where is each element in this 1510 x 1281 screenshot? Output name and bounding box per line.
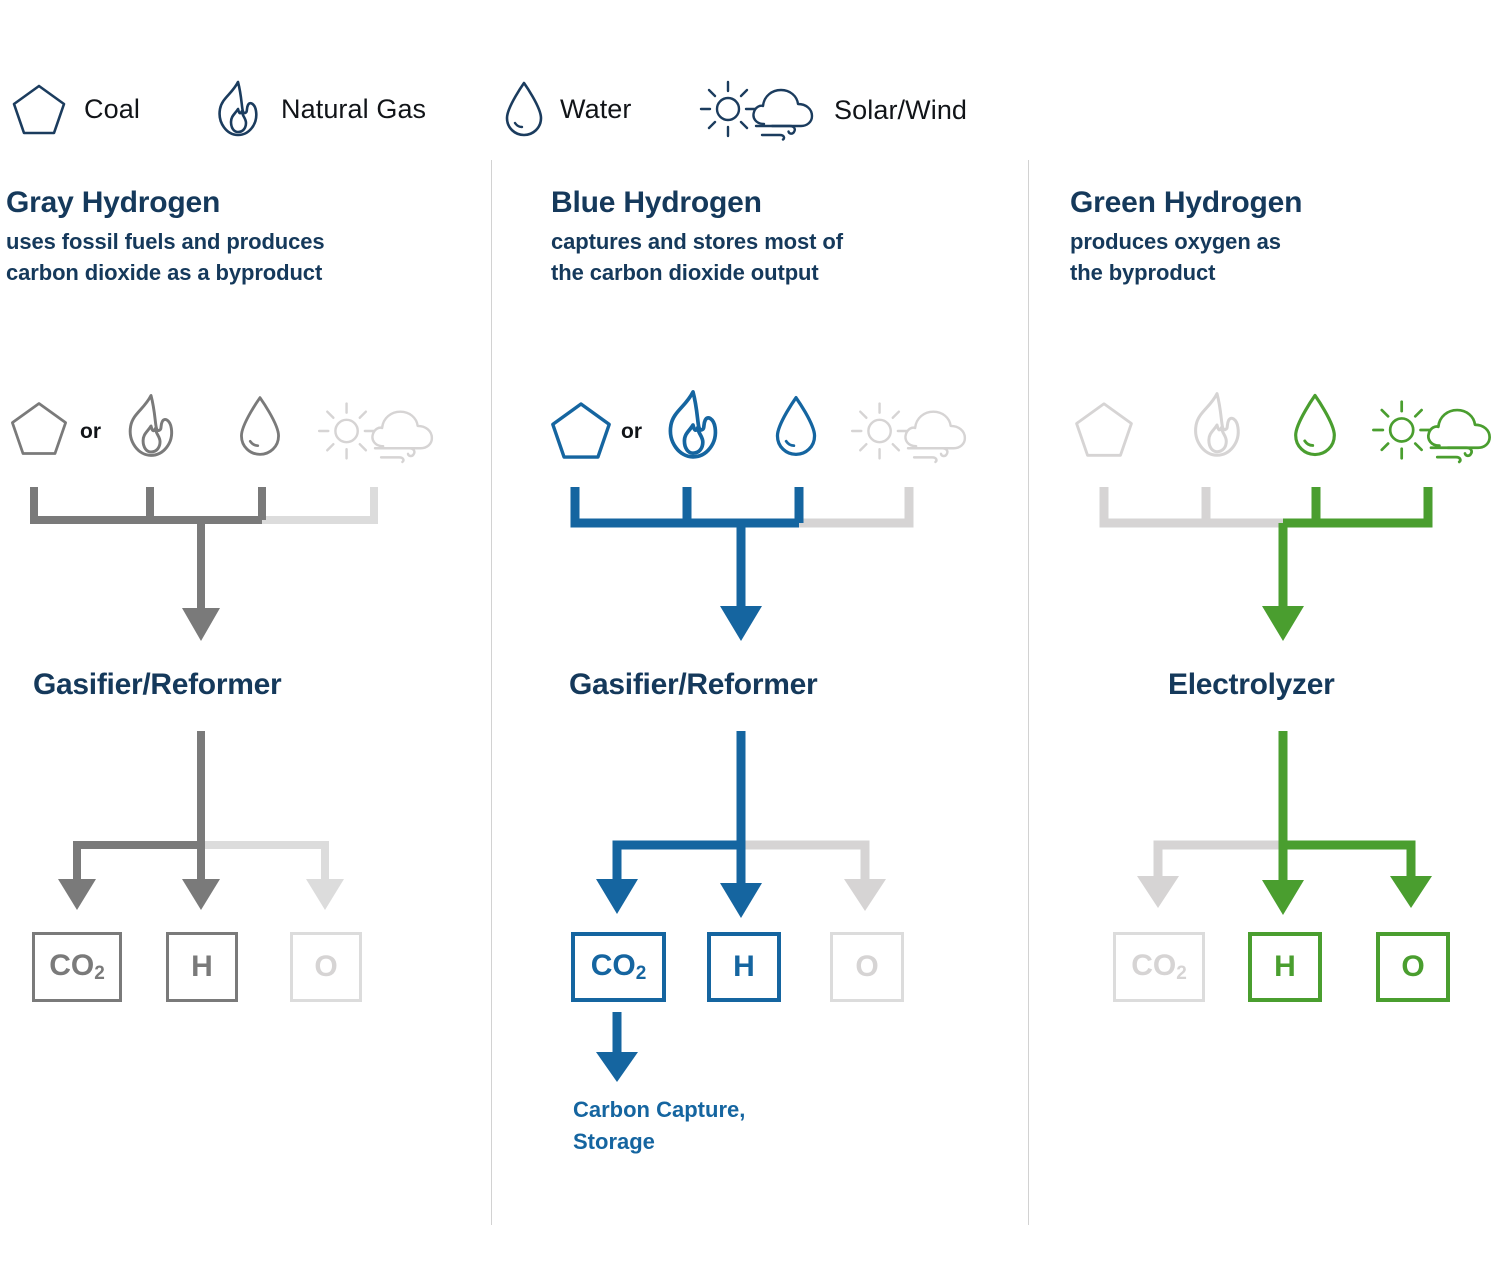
- green-co2-label: CO: [1131, 949, 1177, 982]
- hydrogen-types-infographic: Coal Natural Gas Water Solar/Wind Gray H…: [0, 0, 1510, 1281]
- gray-co2-label: CO: [49, 949, 95, 982]
- column-blue-hydrogen: Blue Hydrogen captures and stores most o…: [491, 0, 1028, 1281]
- gray-output-box-o: O: [290, 932, 362, 1002]
- green-output-connector: [1137, 731, 1432, 915]
- green-h-label: H: [1274, 950, 1296, 983]
- column-gray-hydrogen: Gray Hydrogen uses fossil fuels and prod…: [0, 0, 491, 1281]
- column-green-hydrogen: Green Hydrogen produces oxygen as the by…: [1028, 0, 1510, 1281]
- gray-output-box-h: H: [166, 932, 238, 1002]
- gray-output-connector: [58, 731, 344, 910]
- green-output-box-co2: CO2: [1113, 932, 1205, 1002]
- gray-h-label: H: [191, 950, 213, 983]
- blue-ccs-connector: [596, 1012, 638, 1082]
- blue-ccs-line-2: Storage: [573, 1128, 655, 1154]
- green-o-label: O: [1401, 950, 1425, 983]
- green-output-box-h: H: [1248, 932, 1322, 1002]
- gray-o-label: O: [314, 950, 338, 983]
- gray-co2-subscript: 2: [94, 963, 105, 984]
- blue-ccs-line-1: Carbon Capture,: [573, 1097, 746, 1122]
- blue-ccs-label: Carbon Capture, Storage: [573, 1094, 745, 1158]
- gray-output-box-co2: CO2: [32, 932, 122, 1002]
- green-co2-subscript: 2: [1176, 963, 1187, 984]
- green-output-box-o: O: [1376, 932, 1450, 1002]
